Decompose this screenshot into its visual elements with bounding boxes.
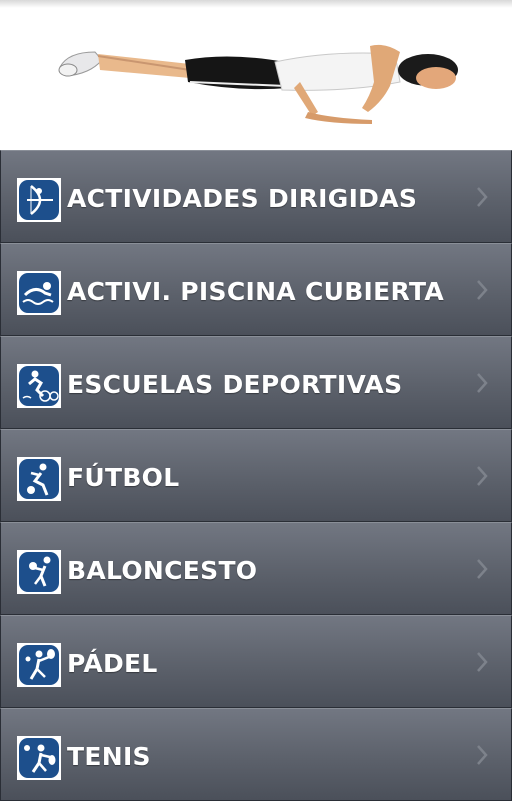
menu-item-piscina-cubierta[interactable]: ACTIVI. PISCINA CUBIERTA: [0, 243, 512, 336]
chevron-right-icon: [477, 466, 488, 486]
tennis-icon: [17, 736, 61, 780]
menu-item-padel[interactable]: PÁDEL: [0, 615, 512, 708]
pushup-illustration: [58, 44, 458, 124]
chevron-right-icon: [477, 559, 488, 579]
menu-item-actividades-dirigidas[interactable]: ACTIVIDADES DIRIGIDAS: [0, 150, 512, 243]
chevron-right-icon: [477, 187, 488, 207]
menu-item-label: BALONCESTO: [67, 556, 258, 585]
chevron-right-icon: [477, 373, 488, 393]
banner-image: [50, 12, 462, 124]
menu-item-escuelas-deportivas[interactable]: ESCUELAS DEPORTIVAS: [0, 336, 512, 429]
menu-item-baloncesto[interactable]: BALONCESTO: [0, 522, 512, 615]
chevron-right-icon: [477, 745, 488, 765]
chevron-right-icon: [477, 652, 488, 672]
menu-item-label: ESCUELAS DEPORTIVAS: [67, 370, 403, 399]
menu-item-label: TENIS: [67, 742, 151, 771]
triathlon-icon: [17, 364, 61, 408]
chevron-right-icon: [477, 280, 488, 300]
menu-item-futbol[interactable]: FÚTBOL: [0, 429, 512, 522]
menu-item-label: PÁDEL: [67, 649, 158, 678]
menu-item-label: ACTIVIDADES DIRIGIDAS: [67, 184, 418, 213]
status-shadow: [0, 0, 512, 8]
football-icon: [17, 457, 61, 501]
swimming-icon: [17, 271, 61, 315]
menu-item-label: ACTIVI. PISCINA CUBIERTA: [67, 277, 445, 306]
archery-icon: [17, 178, 61, 222]
menu-item-tenis[interactable]: TENIS: [0, 708, 512, 801]
header: [0, 0, 512, 150]
padel-icon: [17, 643, 61, 687]
basketball-icon: [17, 550, 61, 594]
activities-menu: ACTIVIDADES DIRIGIDAS ACTIVI. PISCINA CU…: [0, 150, 512, 801]
menu-item-label: FÚTBOL: [67, 463, 180, 492]
